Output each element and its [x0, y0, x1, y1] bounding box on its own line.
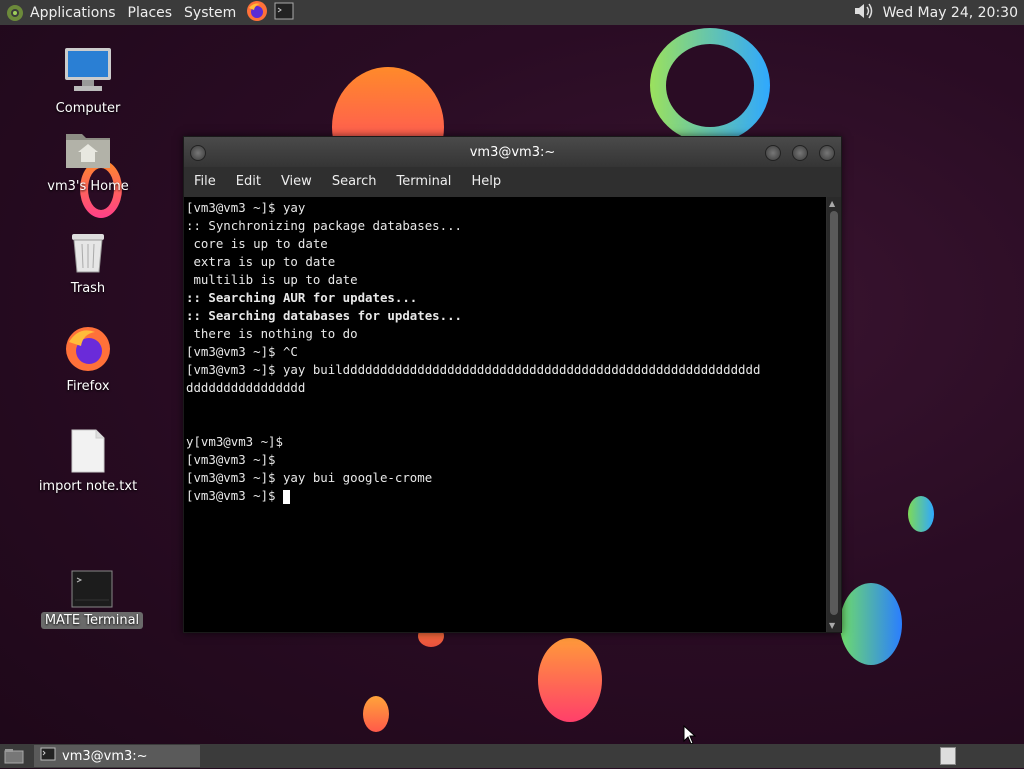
computer-icon	[65, 48, 111, 91]
minimize-button[interactable]	[765, 145, 781, 161]
terminal-scrollbar[interactable]: ▲ ▼	[827, 197, 841, 632]
terminal-line: [vm3@vm3 ~]$	[186, 487, 824, 505]
desktop-icon-trash[interactable]: Trash	[33, 226, 143, 297]
desktop-icon-import-note[interactable]: import note.txt	[33, 428, 143, 495]
wallpaper-blob	[538, 638, 602, 722]
show-desktop-icon[interactable]	[4, 747, 24, 769]
places-menu[interactable]: Places	[122, 5, 179, 21]
terminal-output[interactable]: [vm3@vm3 ~]$ yay:: Synchronizing package…	[184, 197, 826, 632]
terminal-launcher-icon[interactable]	[274, 2, 294, 24]
maximize-button[interactable]	[792, 145, 808, 161]
terminal-line: :: Synchronizing package databases...	[186, 218, 463, 233]
wallpaper-blob	[908, 496, 934, 532]
terminal-line: [vm3@vm3 ~]$	[186, 452, 276, 467]
terminal-line: y[vm3@vm3 ~]$	[186, 434, 283, 449]
terminal-line: [vm3@vm3 ~]$ yay bui google-crome	[186, 470, 433, 485]
terminal-line: [vm3@vm3 ~]$ yay	[186, 200, 306, 215]
window-menubar: File Edit View Search Terminal Help	[184, 167, 841, 195]
menu-help[interactable]: Help	[461, 174, 511, 189]
scrollbar-thumb[interactable]	[830, 211, 838, 615]
clock[interactable]: Wed May 24, 20:30	[883, 5, 1018, 21]
terminal-line: extra is up to date	[186, 254, 336, 269]
desktop-icon-computer[interactable]: Computer	[33, 44, 143, 117]
terminal-line: dddddddddddddddd	[186, 380, 306, 395]
text-cursor	[282, 489, 290, 504]
terminal-icon	[71, 570, 113, 608]
wallpaper-blob	[363, 696, 389, 732]
taskbar-item-terminal[interactable]: vm3@vm3:~	[34, 745, 200, 767]
terminal-line: :: Searching AUR for updates...	[186, 290, 418, 305]
menu-edit[interactable]: Edit	[226, 174, 271, 189]
top-panel: Applications Places System Wed May 24, 2…	[0, 0, 1024, 25]
system-menu[interactable]: System	[178, 5, 242, 21]
terminal-line: multilib is up to date	[186, 272, 358, 287]
menu-terminal[interactable]: Terminal	[386, 174, 461, 189]
desktop-icon-label: Firefox	[66, 379, 110, 394]
desktop-icon-mate-terminal[interactable]: MATE Terminal	[37, 570, 147, 629]
desktop-icon-label: MATE Terminal	[40, 612, 144, 629]
desktop-icon-label: Trash	[70, 281, 106, 296]
terminal-line: :: Searching databases for updates...	[186, 308, 463, 323]
menu-view[interactable]: View	[271, 174, 322, 189]
window-titlebar[interactable]: vm3@vm3:~	[184, 137, 841, 167]
applications-menu[interactable]: Applications	[24, 5, 122, 21]
home-folder-icon	[66, 134, 110, 168]
desktop-icon-label: import note.txt	[38, 479, 138, 494]
taskbar-item-label: vm3@vm3:~	[62, 748, 148, 764]
window-menu-button[interactable]	[190, 145, 206, 161]
scroll-up-arrow-icon[interactable]: ▲	[829, 199, 835, 208]
terminal-line: core is up to date	[186, 236, 328, 251]
terminal-line: [vm3@vm3 ~]$ yay builddddddddddddddddddd…	[186, 362, 761, 377]
menu-file[interactable]: File	[184, 174, 226, 189]
text-file-icon	[71, 429, 105, 473]
terminal-line: [vm3@vm3 ~]$ ^C	[186, 344, 298, 359]
mate-logo-icon[interactable]	[6, 4, 24, 22]
workspace-switcher-icon[interactable]	[940, 747, 956, 765]
bottom-panel: vm3@vm3:~	[0, 744, 1024, 768]
terminal-window[interactable]: vm3@vm3:~ File Edit View Search Terminal…	[183, 136, 842, 633]
window-title: vm3@vm3:~	[469, 144, 556, 160]
wallpaper-blob	[840, 583, 902, 665]
close-button[interactable]	[819, 145, 835, 161]
wallpaper-ring	[650, 28, 770, 143]
firefox-launcher-icon[interactable]	[246, 0, 268, 26]
menu-search[interactable]: Search	[322, 174, 387, 189]
terminal-line: there is nothing to do	[186, 326, 358, 341]
trash-icon	[72, 234, 104, 273]
desktop-icon-label: Computer	[55, 101, 121, 116]
desktop-icon-firefox[interactable]: Firefox	[33, 324, 143, 395]
scroll-down-arrow-icon[interactable]: ▼	[829, 621, 835, 630]
terminal-icon	[40, 747, 56, 765]
desktop-icon-home[interactable]: vm3's Home	[33, 126, 143, 195]
volume-icon[interactable]	[853, 1, 875, 25]
desktop-icon-label: vm3's Home	[47, 179, 129, 194]
firefox-icon	[66, 327, 110, 371]
mouse-pointer-icon	[683, 725, 697, 745]
